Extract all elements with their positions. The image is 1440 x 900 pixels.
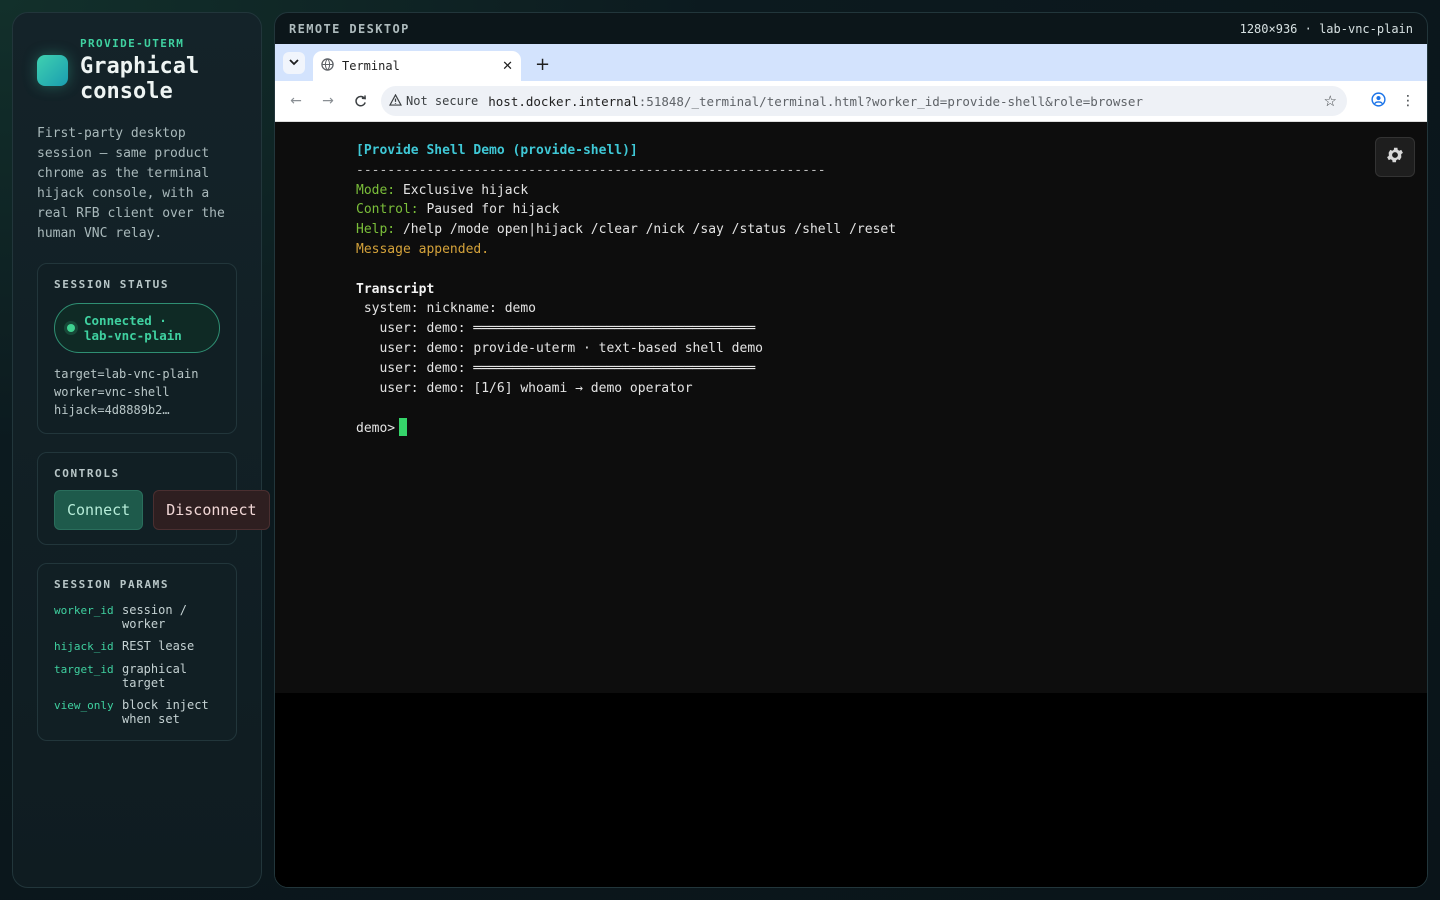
gear-icon [1385,145,1405,169]
close-icon[interactable]: ✕ [502,59,513,74]
param-key-hijack-id: hijack_id [54,640,114,653]
disconnect-button[interactable]: Disconnect [153,490,270,530]
terminal-title: [Provide Shell Demo (provide-shell)] [356,143,638,158]
page-title: Graphical console [80,54,199,104]
mode-value: Exclusive hijack [395,182,529,198]
terminal-rule: ----------------------------------------… [356,162,826,178]
page-title-line-2: console [80,79,173,104]
terminal-cursor [399,418,408,437]
param-val-worker-id: session / worker [122,603,188,631]
help-key: Help: [356,222,396,238]
tab-title: Terminal [342,59,400,73]
globe-icon [321,58,334,74]
profile-icon[interactable] [1367,91,1389,111]
status-badge-text: Connected · lab-vnc-plain [84,313,182,343]
back-arrow-icon[interactable]: ← [285,90,307,112]
status-target: target=lab-vnc-plain [54,367,199,381]
transcript-line: system: nickname: demo [356,301,537,317]
remote-desktop-header: REMOTE DESKTOP 1280×936 · lab-vnc-plain [275,13,1427,44]
status-badge-line-1: Connected · [84,313,167,328]
status-worker: worker=vnc-shell [54,385,170,399]
terminal-output[interactable]: [Provide Shell Demo (provide-shell)] ---… [275,122,1427,693]
terminal-control-line: Control: Paused for hijack [356,200,1427,220]
security-indicator[interactable]: Not secure [388,93,479,109]
param-val-target-id: graphical target [122,662,188,690]
brand: PROVIDE-UTERM Graphical console [37,37,237,104]
bookmark-star-icon[interactable]: ☆ [1324,92,1337,110]
controls-buttons: Connect Disconnect [54,490,270,530]
reload-icon[interactable] [349,90,371,112]
control-value: Paused for hijack [418,202,560,218]
terminal-settings-button[interactable] [1375,137,1415,177]
url-text: host.docker.internal:51848/_terminal/ter… [488,94,1313,109]
transcript-line: user: demo: ════════════════════════════… [356,360,756,376]
remote-desktop-panel: REMOTE DESKTOP 1280×936 · lab-vnc-plain … [274,12,1428,888]
kebab-menu-icon[interactable]: ⋮ [1397,93,1419,109]
sidebar: PROVIDE-UTERM Graphical console First-pa… [12,12,270,888]
transcript-line: user: demo: [1/6] whoami → demo operator [356,380,693,396]
session-params-list: worker_id session / worker hijack_id RES… [54,603,220,726]
brand-kicker: PROVIDE-UTERM [80,37,185,50]
browser-toolbar: ← → Not secure host.docker.internal:5184… [275,81,1427,122]
transcript-line: user: demo: ════════════════════════════… [356,321,756,337]
controls-card: CONTROLS Connect Disconnect [37,452,270,545]
new-tab-button[interactable]: + [535,54,550,75]
url-host: host.docker.internal [488,93,639,109]
status-hijack: hijack=4d8889b2… [54,403,170,417]
status-badge: Connected · lab-vnc-plain [54,303,220,353]
session-status-title: SESSION STATUS [54,278,170,291]
intro-text: First-party desktop session — same produ… [37,126,225,241]
warning-icon [388,93,403,109]
terminal-prompt-line[interactable]: demo> [356,418,1427,438]
tab-terminal[interactable]: Terminal ✕ [313,51,521,81]
controls-title: CONTROLS [54,467,120,480]
remote-desktop-meta: 1280×936 · lab-vnc-plain [1239,21,1413,36]
page-viewport: [Provide Shell Demo (provide-shell)] ---… [275,122,1427,887]
terminal-message: Message appended. [356,241,490,257]
remote-desktop-label: REMOTE DESKTOP [289,21,410,36]
tab-search-button[interactable] [283,52,305,74]
not-secure-label: Not secure [406,94,479,108]
param-val-view-only: block inject when set [122,698,209,726]
terminal-prompt: demo> [356,421,396,437]
remote-browser-window[interactable]: Terminal ✕ + ← → Not secure host.docker.… [275,44,1427,887]
terminal-mode-line: Mode: Exclusive hijack [356,181,1427,201]
param-key-worker-id: worker_id [54,604,114,617]
help-value: /help /mode open|hijack /clear /nick /sa… [395,222,897,238]
status-dot-icon [67,324,75,332]
param-key-view-only: view_only [54,699,114,712]
terminal-help-line: Help: /help /mode open|hijack /clear /ni… [356,220,1427,240]
url-path: :51848/_terminal/terminal.html?worker_id… [638,93,1143,109]
session-params-card: SESSION PARAMS worker_id session / worke… [37,563,237,741]
control-key: Control: [356,202,419,218]
transcript-line: user: demo: provide-uterm · text-based s… [356,340,763,356]
status-badge-line-2: lab-vnc-plain [84,328,182,343]
brand-logo [37,55,68,86]
forward-arrow-icon[interactable]: → [317,90,339,112]
page-title-line-1: Graphical [80,54,200,79]
session-status-card: SESSION STATUS Connected · lab-vnc-plain… [37,263,237,434]
address-bar[interactable]: Not secure host.docker.internal:51848/_t… [381,86,1347,116]
connect-button[interactable]: Connect [54,490,144,530]
param-key-target-id: target_id [54,663,114,676]
chevron-down-icon [289,58,299,69]
param-val-hijack-id: REST lease [122,639,195,653]
session-params-title: SESSION PARAMS [54,578,170,591]
browser-tabstrip: Terminal ✕ + [275,44,1427,81]
transcript-heading: Transcript [356,281,435,297]
mode-key: Mode: [356,182,396,198]
